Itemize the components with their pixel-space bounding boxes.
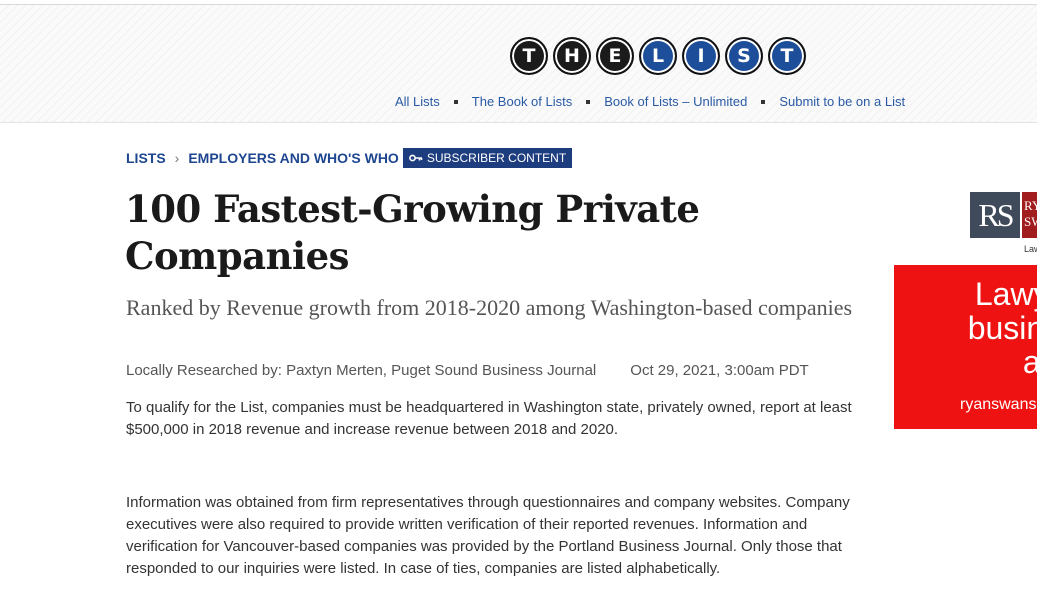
nav-all-lists-link[interactable]: All Lists — [395, 94, 440, 109]
chevron-right-icon: › — [174, 150, 180, 166]
breadcrumb-lists-link[interactable]: LISTS — [126, 150, 166, 166]
nav-book-of-lists-link[interactable]: The Book of Lists — [472, 94, 572, 109]
lists-subnav: All Lists The Book of Lists Book of List… — [395, 94, 905, 109]
logo-small-text: Law — [1024, 244, 1037, 254]
logo-letter: L — [639, 37, 677, 75]
breadcrumb-employers-link[interactable]: EMPLOYERS AND WHO'S WHO — [188, 150, 398, 166]
ad-headline-line: Lawyers — [974, 276, 1037, 312]
breadcrumb: LISTS › EMPLOYERS AND WHO'S WHO SUBSCRIB… — [126, 148, 573, 168]
logo-side-mark: RY SW — [1022, 192, 1037, 238]
nav-separator — [453, 99, 458, 104]
ad-headline-line: and t — [1022, 344, 1037, 380]
advertiser-logo[interactable]: RS RY SW Law — [970, 192, 1037, 254]
rs-logo-mark: RS — [970, 192, 1020, 238]
nav-separator — [586, 99, 591, 104]
byline: Locally Researched by: Paxtyn Merten, Pu… — [126, 362, 809, 379]
logo-letter: T — [768, 37, 806, 75]
key-icon — [408, 151, 423, 165]
logo-letter: H — [553, 37, 591, 75]
ad-url: ryanswans — [960, 396, 1037, 413]
nav-submit-list-link[interactable]: Submit to be on a List — [779, 94, 905, 109]
title-line: 100 Fastest-Growing Private — [125, 187, 700, 231]
qualification-paragraph: To qualify for the List, companies must … — [126, 399, 852, 438]
logo-letter: E — [596, 37, 634, 75]
logo-letter: T — [510, 37, 548, 75]
site-header: T H E L I S T All Lists The Book of List… — [0, 5, 1037, 123]
title-line: Companies — [125, 234, 349, 278]
page-title: 100 Fastest-Growing Private Companies — [125, 186, 765, 280]
publish-date: Oct 29, 2021, 3:00am PDT — [630, 362, 809, 379]
the-list-logo[interactable]: T H E L I S T — [510, 37, 811, 75]
subscriber-content-badge: SUBSCRIBER CONTENT — [402, 148, 573, 168]
byline-author: Locally Researched by: Paxtyn Merten, Pu… — [126, 362, 597, 379]
ad-headline-line: business — [967, 310, 1037, 346]
logo-letter: S — [725, 37, 763, 75]
nav-book-of-lists-unlimited-link[interactable]: Book of Lists – Unlimited — [604, 94, 747, 109]
badge-label: SUBSCRIBER CONTENT — [426, 151, 567, 165]
page-subtitle: Ranked by Revenue growth from 2018-2020 … — [126, 295, 853, 320]
logo-letter: I — [682, 37, 720, 75]
ad-headline: Lawyers business and t — [894, 277, 1037, 379]
methodology-paragraph: Information was obtained from firm repre… — [126, 494, 850, 577]
advertisement-banner[interactable]: Lawyers business and t ryanswans — [894, 265, 1037, 429]
nav-separator — [761, 99, 766, 104]
